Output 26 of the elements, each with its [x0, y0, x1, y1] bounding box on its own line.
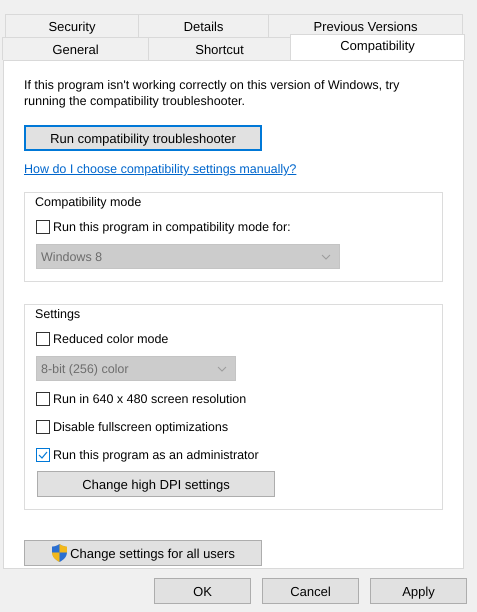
group-label: Settings	[34, 307, 82, 321]
checkbox[interactable]	[36, 332, 50, 346]
tab[interactable]: General	[2, 37, 149, 60]
dialog-button[interactable]: OK	[154, 578, 251, 604]
troubleshooter-button[interactable]: Run compatibility troubleshooter	[24, 125, 262, 151]
description-text: If this program isn't working correctly on this version of Windows, try running the compatibility troubleshooter.	[24, 77, 400, 109]
chevron-down-icon	[217, 366, 227, 372]
shield-icon	[51, 543, 68, 563]
checkbox-label: Run in 640 x 480 screen resolution	[53, 392, 246, 406]
group-label: Compatibility mode	[34, 195, 142, 209]
checkbox[interactable]	[36, 420, 50, 434]
dpi-settings-button[interactable]: Change high DPI settings	[37, 471, 275, 497]
tab[interactable]: Compatibility	[290, 34, 465, 60]
chevron-down-icon	[321, 254, 331, 260]
dialog-button[interactable]: Cancel	[262, 578, 359, 604]
tab[interactable]: Security	[5, 14, 139, 37]
checkbox-label: Disable fullscreen optimizations	[53, 420, 228, 434]
checkbox[interactable]	[36, 448, 50, 462]
checkbox[interactable]	[36, 220, 50, 234]
all-users-button[interactable]: Change settings for all users	[24, 540, 262, 566]
dialog-button[interactable]: Apply	[370, 578, 467, 604]
checkbox-label: Run this program in compatibility mode for:	[53, 220, 291, 234]
checkbox-label: Run this program as an administrator	[53, 448, 259, 462]
help-link[interactable]: How do I choose compatibility settings manually?	[24, 162, 296, 176]
checkbox-label: Reduced color mode	[53, 332, 168, 346]
checkbox[interactable]	[36, 392, 50, 406]
